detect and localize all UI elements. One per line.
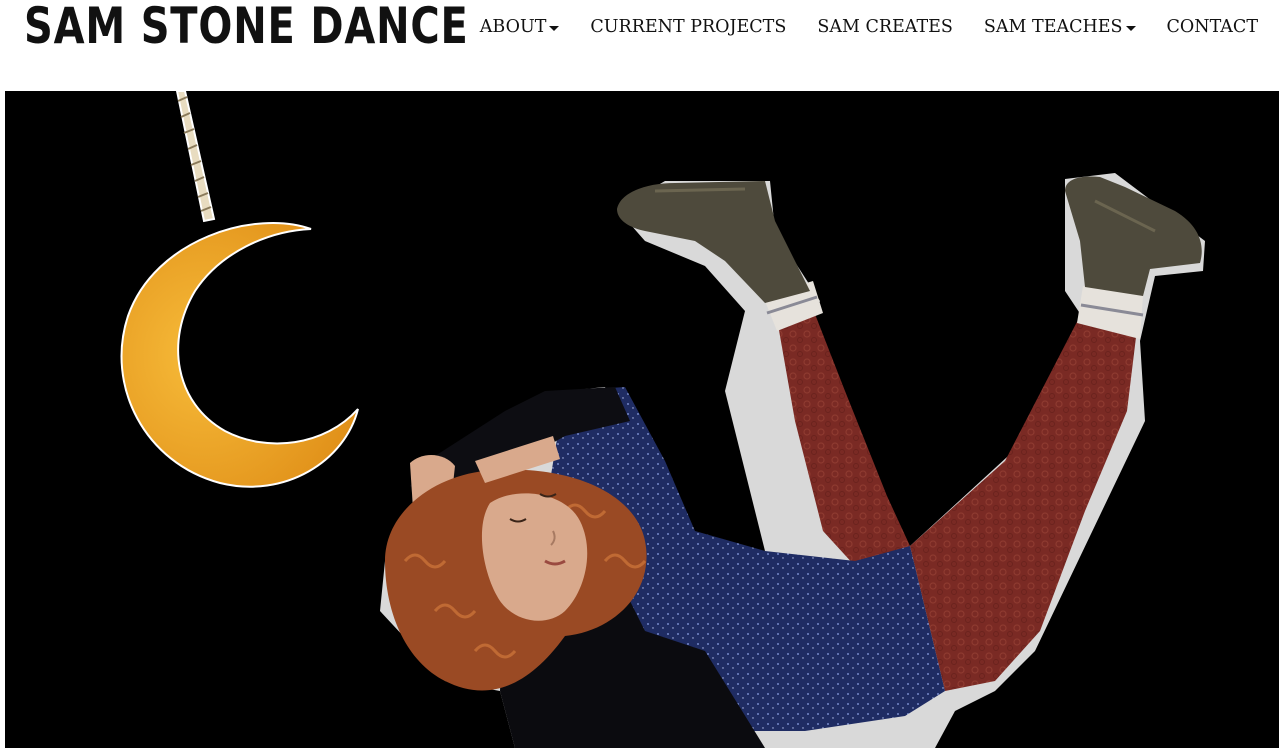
nav-current-projects[interactable]: CURRENT PROJECTS bbox=[590, 17, 786, 37]
main-nav: ABOUT CURRENT PROJECTS SAM CREATES SAM T… bbox=[480, 12, 1258, 42]
nav-sam-teaches[interactable]: SAM TEACHES bbox=[984, 17, 1136, 37]
site-logo[interactable]: SAM STONE DANCE bbox=[24, 0, 469, 56]
rope-icon bbox=[175, 91, 216, 223]
dancer-figure bbox=[380, 173, 1205, 748]
caret-down-icon bbox=[549, 25, 560, 31]
nav-sam-creates-label: SAM CREATES bbox=[817, 17, 953, 37]
site-header: SAM STONE DANCE ABOUT CURRENT PROJECTS S… bbox=[0, 0, 1284, 90]
nav-contact-label: CONTACT bbox=[1166, 17, 1258, 37]
right-boot-icon bbox=[1065, 176, 1202, 296]
hero-banner bbox=[5, 91, 1279, 748]
nav-sam-creates[interactable]: SAM CREATES bbox=[817, 17, 953, 37]
hero-illustration bbox=[120, 91, 1205, 748]
caret-down-icon bbox=[1125, 25, 1136, 31]
nav-contact[interactable]: CONTACT bbox=[1167, 17, 1258, 37]
left-boot-icon bbox=[617, 181, 810, 303]
nav-about-label: ABOUT bbox=[479, 17, 547, 37]
nav-current-projects-label: CURRENT PROJECTS bbox=[590, 17, 787, 37]
nav-sam-teaches-label: SAM TEACHES bbox=[983, 17, 1123, 37]
moon-icon bbox=[120, 222, 359, 488]
nav-about[interactable]: ABOUT bbox=[480, 17, 560, 37]
